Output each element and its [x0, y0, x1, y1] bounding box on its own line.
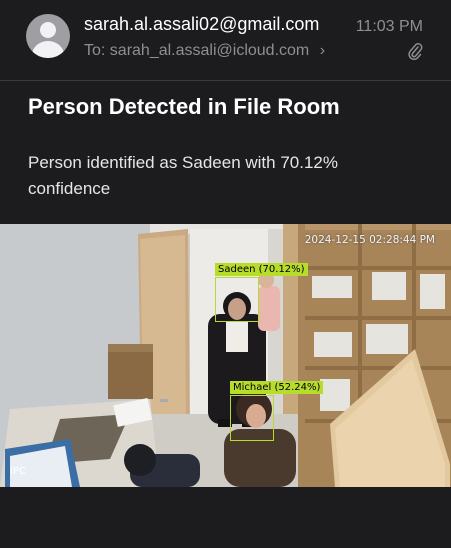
recipient-row[interactable]: To: sarah_al.assali@icloud.com ›	[84, 42, 325, 60]
email-subject: Person Detected in File Room	[28, 94, 340, 119]
camera-timestamp: 2024-12-15 02:28:44 PM	[304, 234, 435, 246]
detection-box-sadeen	[215, 277, 259, 322]
email-body: Person identified as Sadeen with 70.12% …	[28, 153, 338, 198]
to-label: To:	[84, 42, 106, 59]
sender-address[interactable]: sarah.al.assali02@gmail.com	[84, 14, 319, 35]
camera-snapshot[interactable]: 2024-12-15 02:28:44 PM IPC Sadeen (70.12…	[0, 224, 451, 487]
avatar-body	[32, 41, 64, 58]
camera-tag: IPC	[10, 466, 26, 477]
received-time: 11:03 PM	[355, 18, 423, 35]
avatar-head	[40, 22, 56, 38]
recipient-address[interactable]: sarah_al.assali@icloud.com	[110, 42, 309, 59]
chevron-right-icon[interactable]: ›	[320, 42, 325, 59]
sender-avatar[interactable]	[26, 14, 70, 58]
header-divider	[0, 80, 451, 81]
detection-label-sadeen: Sadeen (70.12%)	[215, 263, 308, 276]
detection-label-michael: Michael (52.24%)	[230, 381, 324, 394]
paperclip-icon	[408, 43, 423, 60]
email-header: sarah.al.assali02@gmail.com 11:03 PM To:…	[0, 0, 451, 80]
detection-box-michael	[230, 395, 274, 441]
